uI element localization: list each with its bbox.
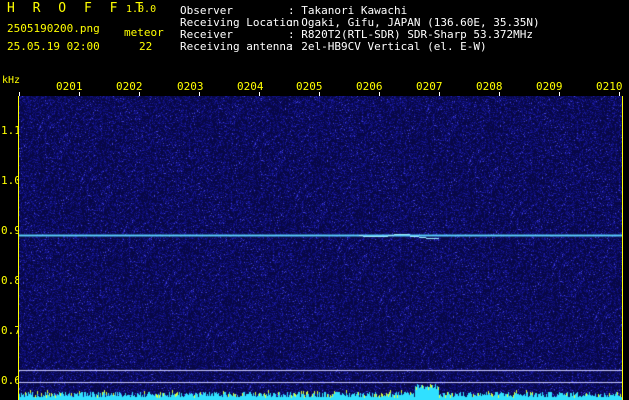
- location-label: Receiving Location: [180, 16, 300, 29]
- time-tick: 0206: [356, 80, 383, 93]
- time-tick: 0210: [596, 80, 623, 93]
- time-tick: 0202: [116, 80, 143, 93]
- time-tick: 0207: [416, 80, 443, 93]
- time-tick: 0209: [536, 80, 563, 93]
- time-tick: 0203: [177, 80, 204, 93]
- version-label: 1.0.0: [126, 4, 157, 15]
- time-tick: 0205: [296, 80, 323, 93]
- receiver-label: Receiver: [180, 28, 233, 41]
- time-tick: 0204: [237, 80, 264, 93]
- freq-unit-label: kHz: [2, 75, 21, 86]
- spectrogram-canvas: [19, 96, 622, 400]
- location-value: : Ogaki, Gifu, JAPAN (136.60E, 35.35N): [288, 16, 540, 29]
- receiver-value: : R820T2(RTL-SDR) SDR-Sharp 53.372MHz: [288, 28, 534, 41]
- meteor-count: 22: [139, 40, 153, 53]
- antenna-value: : 2el-HB9CV Vertical (el. E-W): [288, 40, 487, 53]
- observer-label: Observer: [180, 4, 233, 17]
- time-tick: 0201: [56, 80, 83, 93]
- antenna-label: Receiving antenna: [180, 40, 293, 53]
- filename-label: 2505190200.png: [7, 22, 100, 35]
- spectrogram-left-border: [18, 96, 19, 400]
- datetime-label: 25.05.19 02:00: [7, 40, 100, 53]
- meteor-label: meteor: [124, 26, 164, 39]
- spectrogram-right-border: [622, 96, 623, 400]
- observer-value: : Takanori Kawachi: [288, 4, 408, 17]
- time-tick: 0208: [476, 80, 503, 93]
